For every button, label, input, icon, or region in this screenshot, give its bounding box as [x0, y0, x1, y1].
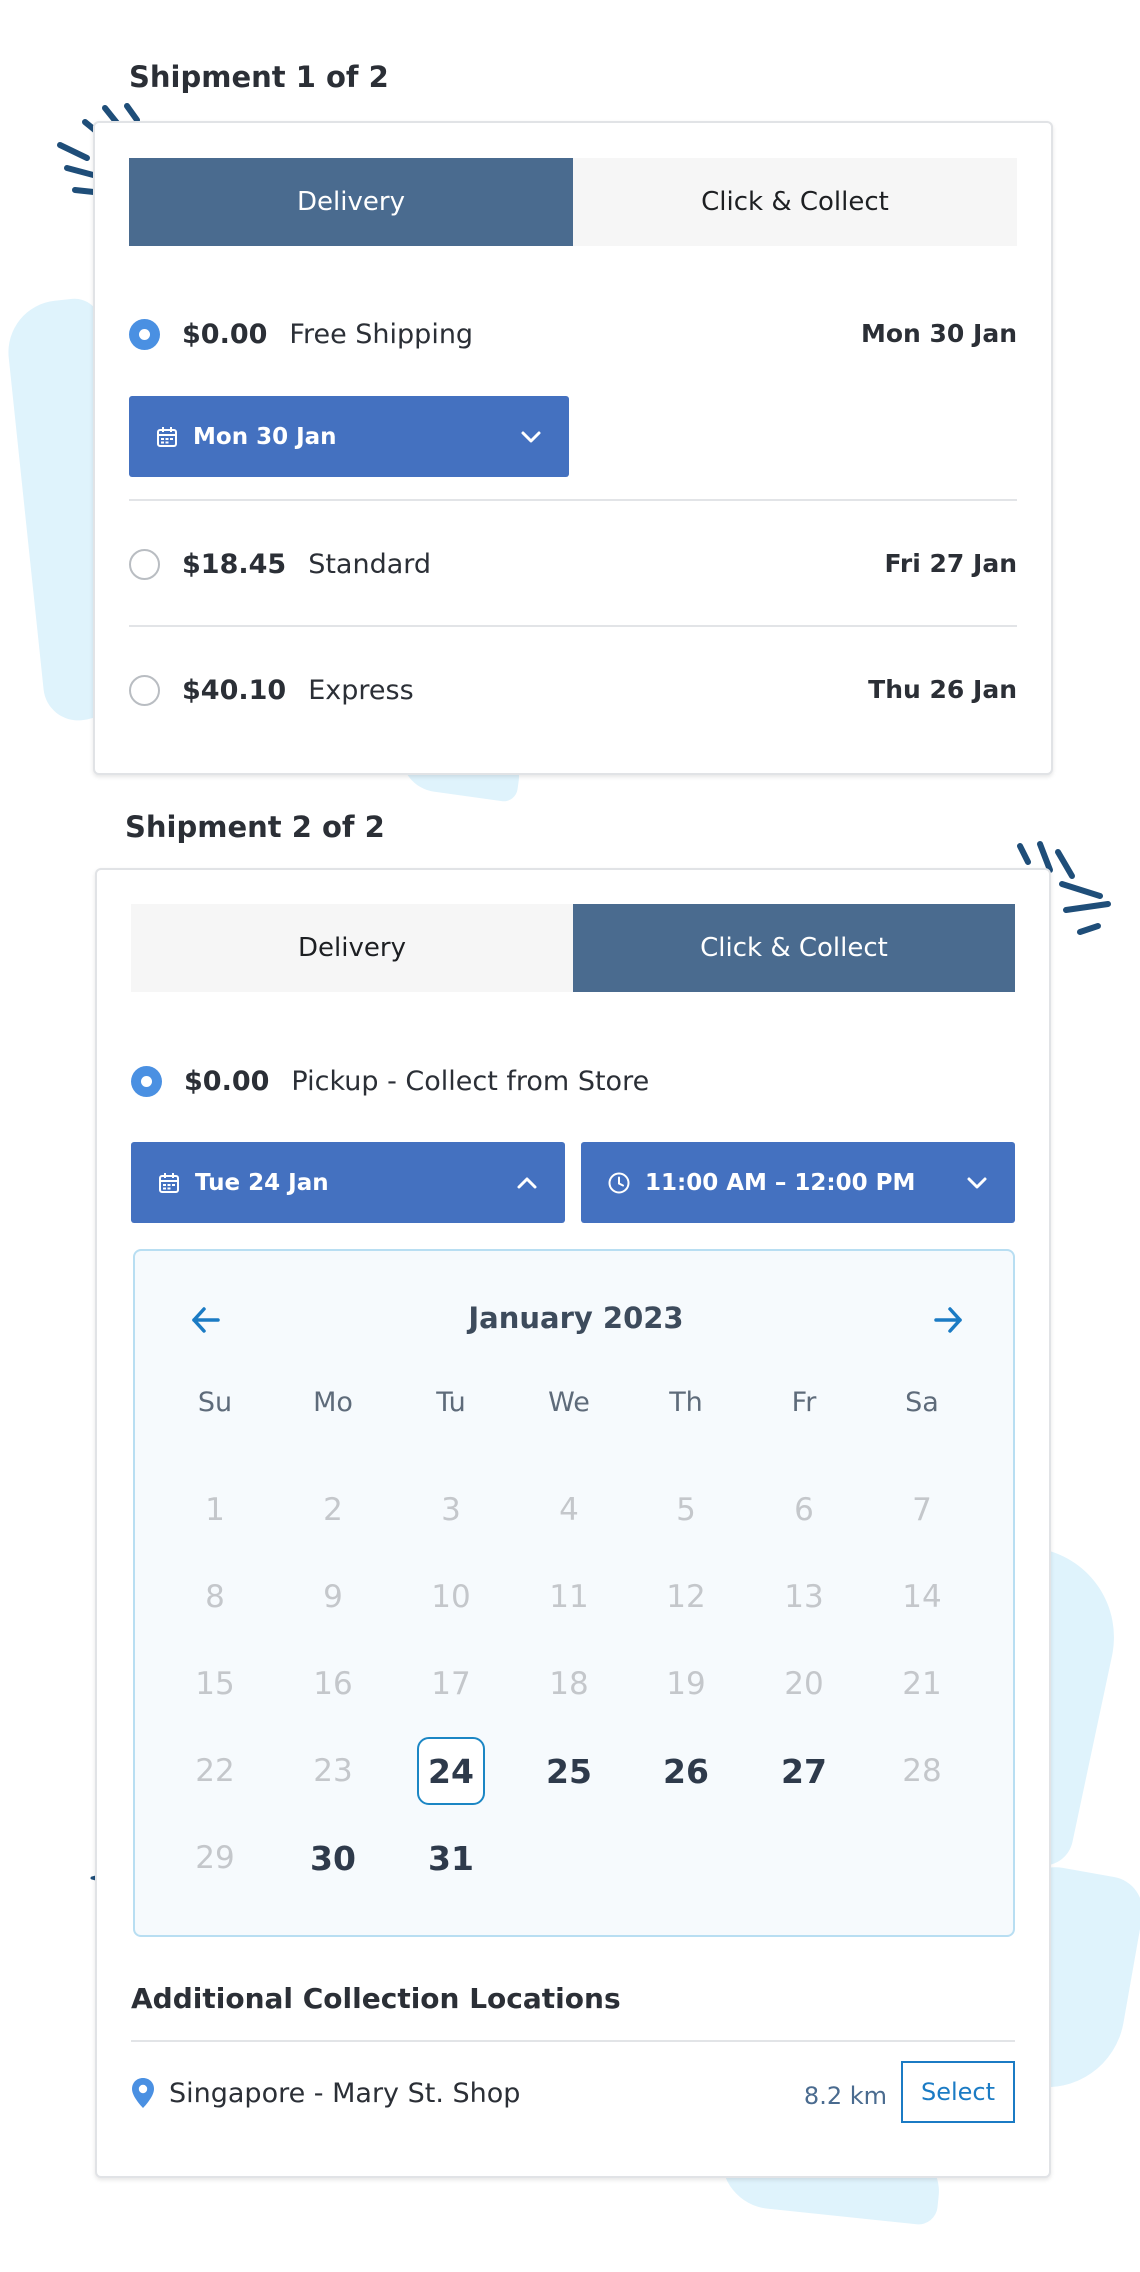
option-date: Thu 26 Jan: [868, 675, 1017, 704]
radio-button-selected[interactable]: [131, 1065, 162, 1097]
chevron-down-icon: [967, 1177, 987, 1188]
calendar-day: 8: [205, 1579, 225, 1615]
calendar-day: 20: [784, 1666, 824, 1702]
calendar-day: 15: [195, 1666, 235, 1702]
calendar-day: 14: [902, 1579, 942, 1615]
option-method: Standard: [308, 548, 432, 580]
location-item: Singapore - Mary St. Shop: [131, 2077, 520, 2109]
weekday-label: Th: [669, 1387, 703, 1418]
calendar-day: 19: [666, 1666, 706, 1702]
calendar-day[interactable]: 31: [417, 1824, 485, 1892]
map-pin-icon: [132, 2078, 154, 2108]
calendar-day: 5: [676, 1492, 696, 1528]
calendar-day[interactable]: 30: [299, 1824, 367, 1892]
option-price: $18.45: [182, 548, 287, 580]
option-method: Express: [308, 674, 414, 706]
pickup-time-dropdown[interactable]: 11:00 AM – 12:00 PM: [581, 1142, 1015, 1223]
weekday-label: We: [548, 1387, 590, 1418]
divider: [131, 2040, 1015, 2042]
location-distance: 8.2 km: [803, 2082, 887, 2110]
divider: [129, 625, 1017, 627]
option-method: Pickup - Collect from Store: [291, 1065, 650, 1097]
clock-icon: [608, 1172, 630, 1193]
select-location-button[interactable]: Select: [901, 2061, 1015, 2123]
delivery-date-dropdown[interactable]: Mon 30 Jan: [129, 396, 569, 477]
calendar-day: 23: [313, 1753, 353, 1789]
weekday-label: Mo: [313, 1387, 353, 1418]
radio-button-selected[interactable]: [129, 318, 160, 350]
option-date: Fri 27 Jan: [884, 549, 1017, 578]
pickup-date-dropdown[interactable]: Tue 24 Jan: [131, 1142, 565, 1223]
shipping-option-express[interactable]: $40.10 Express: [129, 665, 414, 715]
calendar-day: 12: [666, 1579, 706, 1615]
option-price: $0.00: [182, 318, 268, 350]
tab-click-and-collect[interactable]: Click & Collect: [573, 904, 1015, 992]
calendar-day: 2: [323, 1492, 343, 1528]
calendar-day[interactable]: 26: [652, 1737, 720, 1805]
weekday-label: Sa: [905, 1387, 939, 1418]
calendar-day: 16: [313, 1666, 353, 1702]
arrow-right-icon[interactable]: [928, 1300, 968, 1340]
calendar-day: 4: [559, 1492, 579, 1528]
additional-locations-title: Additional Collection Locations: [131, 1982, 621, 2015]
calendar-day: 6: [794, 1492, 814, 1528]
calendar-day: 28: [902, 1753, 942, 1789]
shipment-1-card: Delivery Click & Collect $0.00 Free Ship…: [93, 121, 1053, 775]
calendar-day: 22: [195, 1753, 235, 1789]
shipment-1-tabs: Delivery Click & Collect: [129, 158, 1017, 246]
dropdown-label: 11:00 AM – 12:00 PM: [645, 1169, 916, 1196]
tab-delivery[interactable]: Delivery: [129, 158, 573, 246]
calendar-day: 13: [784, 1579, 824, 1615]
calendar-day: 1: [205, 1492, 225, 1528]
shipping-option-standard[interactable]: $18.45 Standard: [129, 539, 431, 589]
chevron-down-icon: [521, 431, 541, 442]
shipping-option-free[interactable]: $0.00 Free Shipping: [129, 309, 473, 359]
calendar-day: 29: [195, 1840, 235, 1876]
calendar-day: 11: [549, 1579, 589, 1615]
tab-click-and-collect[interactable]: Click & Collect: [573, 158, 1017, 246]
calendar-day: 10: [431, 1579, 471, 1615]
calendar-day: 3: [441, 1492, 461, 1528]
shipping-option-pickup[interactable]: $0.00 Pickup - Collect from Store: [131, 1056, 649, 1106]
shipment-2-title: Shipment 2 of 2: [125, 810, 385, 844]
shipment-1-title: Shipment 1 of 2: [129, 60, 389, 94]
calendar-day[interactable]: 27: [770, 1737, 838, 1805]
calendar-icon: [159, 1172, 179, 1193]
weekday-label: Tu: [436, 1387, 466, 1418]
calendar-icon: [157, 426, 177, 447]
chevron-up-icon: [517, 1177, 537, 1188]
location-name: Singapore - Mary St. Shop: [169, 2077, 521, 2109]
calendar-day: 17: [431, 1666, 471, 1702]
radio-button[interactable]: [129, 674, 160, 706]
weekday-label: Fr: [791, 1387, 817, 1418]
shipment-2-card: Delivery Click & Collect $0.00 Pickup - …: [95, 868, 1051, 2178]
option-date: Mon 30 Jan: [860, 319, 1017, 348]
dropdown-label: Tue 24 Jan: [195, 1169, 329, 1196]
radio-button[interactable]: [129, 548, 160, 580]
calendar-day: 7: [912, 1492, 932, 1528]
calendar-day[interactable]: 25: [535, 1737, 603, 1805]
option-price: $40.10: [182, 674, 287, 706]
weekday-label: Su: [197, 1387, 233, 1418]
calendar-day: 9: [323, 1579, 343, 1615]
calendar-month-label: January 2023: [468, 1301, 684, 1335]
dropdown-label: Mon 30 Jan: [193, 423, 337, 450]
date-picker-calendar: January 2023 Su Mo Tu We Th Fr Sa 1 2 3 4 5 6 7 8 9 10 1…: [133, 1249, 1015, 1937]
calendar-day: 18: [549, 1666, 589, 1702]
divider: [129, 499, 1017, 501]
arrow-left-icon[interactable]: [186, 1300, 226, 1340]
option-method: Free Shipping: [289, 318, 474, 350]
calendar-day-selected[interactable]: 24: [417, 1737, 485, 1805]
option-price: $0.00: [184, 1065, 270, 1097]
tab-delivery[interactable]: Delivery: [131, 904, 573, 992]
calendar-day: 21: [902, 1666, 942, 1702]
shipment-2-tabs: Delivery Click & Collect: [131, 904, 1015, 992]
